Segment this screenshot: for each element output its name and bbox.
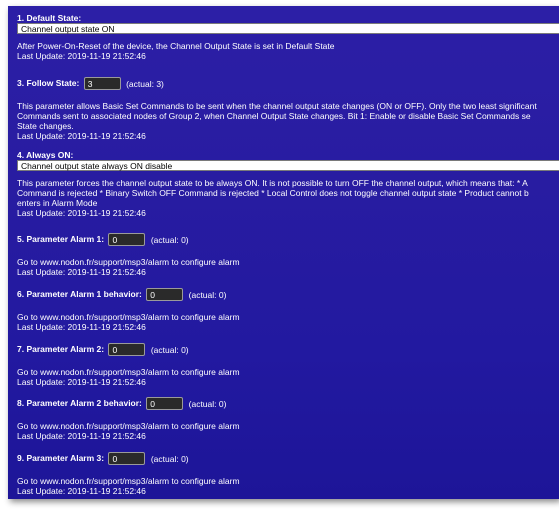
- follow-state-description-line: State changes.: [17, 120, 74, 131]
- alarm-label: 5. Parameter Alarm 1:: [17, 234, 105, 244]
- always-on-description-line: Command is rejected * Binary Switch OFF …: [17, 188, 529, 198]
- alarm-last-update: Last Update: 2019-11-19 21:52:46: [17, 485, 146, 496]
- always-on-description-line: This parameter forces the channel output…: [17, 178, 528, 188]
- follow-state-input[interactable]: 3: [83, 77, 121, 91]
- alarm-actual: (actual: 0): [188, 289, 227, 300]
- alarm-label: 9. Parameter Alarm 3:: [17, 453, 105, 463]
- follow-state-label: 3. Follow State:: [17, 78, 80, 88]
- alarm-description: Go to www.nodon.fr/support/msp3/alarm to…: [17, 311, 240, 322]
- alarm-description: Go to www.nodon.fr/support/msp3/alarm to…: [17, 256, 240, 267]
- default-state-section: 1. Default State: Channel output state O…: [17, 13, 559, 61]
- alarm-input[interactable]: 0: [108, 452, 146, 466]
- alarm-section: 5. Parameter Alarm 1: 0 (actual: 0) Go t…: [17, 232, 559, 277]
- alarm-input[interactable]: 0: [146, 397, 184, 411]
- always-on-section: 4. Always ON: Channel output state alway…: [17, 150, 559, 218]
- follow-state-section: 3. Follow State: 3 (actual: 3) This para…: [17, 76, 559, 141]
- parameters-panel: 1. Default State: Channel output state O…: [8, 6, 559, 499]
- default-state-last-update: Last Update: 2019-11-19 21:52:46: [17, 51, 146, 61]
- alarm-section: 7. Parameter Alarm 2: 0 (actual: 0) Go t…: [17, 342, 559, 387]
- alarm-label: 7. Parameter Alarm 2:: [17, 344, 105, 354]
- alarm-description: Go to www.nodon.fr/support/msp3/alarm to…: [17, 366, 240, 377]
- alarm-label: 8. Parameter Alarm 2 behavior:: [17, 398, 142, 408]
- always-on-description-line: enters in Alarm Mode: [17, 198, 98, 208]
- always-on-select[interactable]: Channel output state always ON disable: [17, 160, 559, 171]
- alarm-description: Go to www.nodon.fr/support/msp3/alarm to…: [17, 475, 240, 486]
- alarm-last-update: Last Update: 2019-11-19 21:52:46: [17, 266, 146, 277]
- alarm-actual: (actual: 0): [188, 398, 227, 409]
- default-state-description: After Power-On-Reset of the device, the …: [17, 41, 335, 51]
- alarm-actual: (actual: 0): [150, 234, 189, 245]
- follow-state-description-line: Commands sent to associated nodes of Gro…: [17, 110, 531, 121]
- alarm-section: 8. Parameter Alarm 2 behavior: 0 (actual…: [17, 396, 559, 441]
- alarm-last-update: Last Update: 2019-11-19 21:52:46: [17, 376, 146, 387]
- alarm-label: 6. Parameter Alarm 1 behavior:: [17, 289, 142, 299]
- alarm-last-update: Last Update: 2019-11-19 21:52:46: [17, 430, 146, 441]
- alarm-actual: (actual: 0): [150, 453, 189, 464]
- follow-state-last-update: Last Update: 2019-11-19 21:52:46: [17, 130, 146, 141]
- alarm-actual: (actual: 0): [150, 344, 189, 355]
- alarm-input[interactable]: 0: [108, 343, 146, 357]
- alarm-input[interactable]: 0: [146, 288, 184, 302]
- follow-state-description-line: This parameter allows Basic Set Commands…: [17, 100, 537, 111]
- alarm-section: 6. Parameter Alarm 1 behavior: 0 (actual…: [17, 287, 559, 332]
- alarm-section: 9. Parameter Alarm 3: 0 (actual: 0) Go t…: [17, 451, 559, 496]
- follow-state-actual: (actual: 3): [126, 78, 164, 89]
- default-state-select[interactable]: Channel output state ON: [17, 23, 559, 34]
- alarm-last-update: Last Update: 2019-11-19 21:52:46: [17, 321, 146, 332]
- alarm-input[interactable]: 0: [108, 233, 146, 247]
- alarm-description: Go to www.nodon.fr/support/msp3/alarm to…: [17, 420, 240, 431]
- always-on-last-update: Last Update: 2019-11-19 21:52:46: [17, 208, 146, 218]
- follow-state-row: 3. Follow State: 3 (actual: 3): [17, 76, 559, 91]
